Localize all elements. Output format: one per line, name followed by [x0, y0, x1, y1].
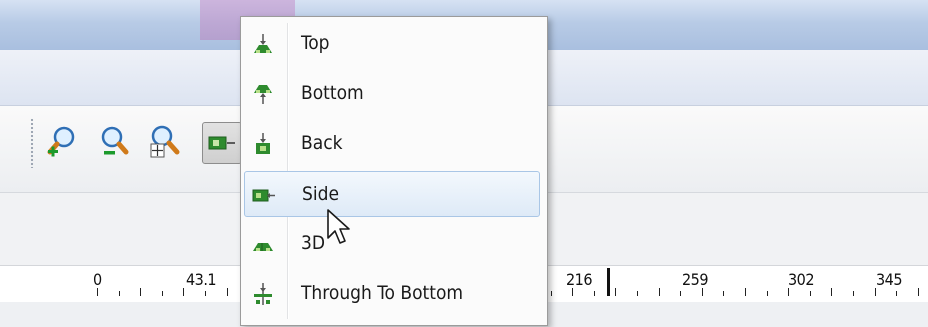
ruler-tick [551, 291, 552, 296]
ruler-tick [97, 288, 98, 296]
ruler-tick [659, 288, 660, 296]
ruler-tick [810, 291, 811, 296]
ruler-tick [702, 288, 703, 296]
zoom-fit-button[interactable] [146, 122, 182, 162]
menu-item-label: Top [301, 32, 330, 54]
ruler-tick [572, 288, 573, 296]
view-through-to-bottom-icon [254, 283, 272, 305]
view-3d-icon [253, 243, 273, 251]
view-top-icon [254, 34, 272, 53]
ruler-tick [594, 291, 595, 296]
zoom-out-icon [101, 126, 129, 155]
ruler-tick [140, 288, 141, 296]
ruler-tick [205, 291, 206, 296]
ruler-label: 345 [876, 270, 902, 289]
ruler-tick [637, 291, 638, 296]
zoom-in-button[interactable] [44, 122, 80, 162]
view-mode-button[interactable] [202, 122, 242, 164]
ruler-label: 302 [788, 270, 814, 289]
menu-item-back[interactable]: Back [244, 121, 540, 167]
ruler-tick [615, 288, 616, 296]
ruler-tick [723, 291, 724, 296]
menu-item-label: 3D [301, 232, 326, 254]
ruler-tick [183, 288, 184, 296]
menu-item-bottom[interactable]: Bottom [244, 71, 540, 117]
ruler-tick [119, 291, 120, 296]
menu-item-3d[interactable]: 3D [244, 221, 540, 267]
ruler-tick [767, 291, 768, 296]
ruler-tick [745, 288, 746, 296]
view-back-icon [256, 133, 270, 154]
ruler-label: 259 [682, 270, 708, 289]
ruler-label: 0 [93, 270, 102, 289]
ruler-tick [896, 291, 897, 296]
ruler-tick [680, 291, 681, 296]
view-dropdown-menu: Top Bottom Back Side 3D Through To Botto… [240, 16, 548, 326]
menu-item-label: Through To Bottom [301, 282, 464, 304]
mouse-pointer-icon [327, 209, 350, 244]
zoom-out-button[interactable] [96, 122, 132, 162]
ruler-tick [918, 288, 919, 296]
menu-item-label: Side [302, 183, 339, 205]
ruler-tick [853, 291, 854, 296]
menu-item-side[interactable]: Side [244, 171, 540, 217]
ruler-tick [227, 288, 228, 296]
menu-item-label: Back [301, 132, 343, 154]
ruler-tick [831, 288, 832, 296]
zoom-fit-icon [150, 125, 180, 158]
ruler-position-marker [607, 268, 610, 296]
menu-item-label: Bottom [301, 82, 364, 104]
ruler-label: 216 [566, 270, 592, 289]
ruler-tick [875, 288, 876, 296]
ruler-tick [788, 288, 789, 296]
toolbar-grip-handle[interactable] [30, 118, 34, 168]
view-side-icon [208, 136, 235, 150]
ruler-label: 43.1 [186, 270, 217, 289]
menu-item-through-to-bottom[interactable]: Through To Bottom [244, 271, 540, 317]
menu-item-top[interactable]: Top [244, 21, 540, 67]
view-bottom-icon [254, 85, 272, 104]
zoom-in-icon [47, 126, 75, 157]
view-side-icon [252, 189, 275, 202]
ruler-tick [162, 291, 163, 296]
